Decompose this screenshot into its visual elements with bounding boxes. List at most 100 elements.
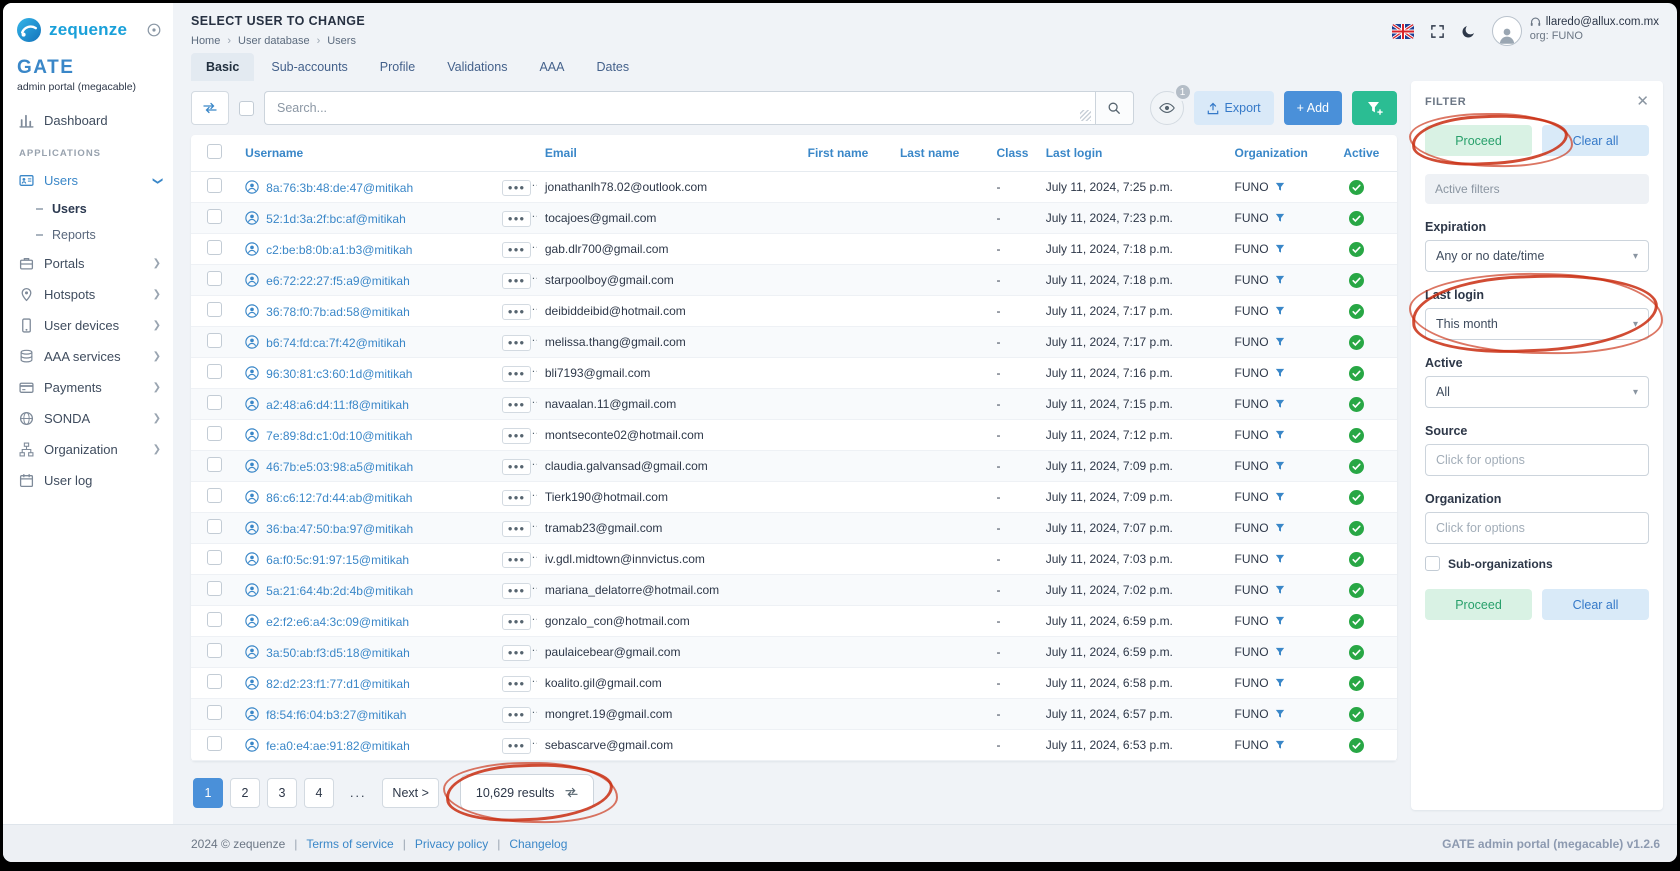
- tab-dates[interactable]: Dates: [581, 53, 644, 81]
- row-actions-button[interactable]: ●●●: [502, 676, 532, 692]
- row-actions-button[interactable]: ●●●: [502, 273, 532, 289]
- row-checkbox[interactable]: [207, 581, 222, 596]
- row-checkbox[interactable]: [207, 240, 222, 255]
- row-actions-button[interactable]: ●●●: [502, 707, 532, 723]
- username-link[interactable]: c2:be:b8:0b:a1:b3@mitikah: [266, 243, 412, 257]
- username-link[interactable]: b6:74:fd:ca:7f:42@mitikah: [266, 336, 406, 350]
- user-menu[interactable]: llaredo@allux.com.mx org: FUNO: [1492, 16, 1659, 46]
- page-button-3[interactable]: 3: [267, 778, 297, 808]
- col-last-name[interactable]: Last name: [892, 135, 988, 172]
- filter-button[interactable]: [1352, 91, 1397, 125]
- username-link[interactable]: 96:30:81:c3:60:1d@mitikah: [266, 367, 412, 381]
- username-link[interactable]: 46:7b:e5:03:98:a5@mitikah: [266, 460, 413, 474]
- sidebar-item-user-devices[interactable]: User devices❯: [3, 310, 173, 341]
- username-link[interactable]: 86:c6:12:7d:44:ab@mitikah: [266, 491, 412, 505]
- org-filter-icon[interactable]: [1275, 182, 1285, 192]
- footer-link-privacy-policy[interactable]: Privacy policy: [415, 837, 488, 851]
- row-actions-button[interactable]: ●●●: [502, 459, 532, 475]
- username-link[interactable]: 3a:50:ab:f3:d5:18@mitikah: [266, 646, 410, 660]
- row-checkbox[interactable]: [207, 209, 222, 224]
- username-link[interactable]: e6:72:22:27:f5:a9@mitikah: [266, 274, 410, 288]
- sidebar-item-payments[interactable]: Payments❯: [3, 372, 173, 403]
- tab-validations[interactable]: Validations: [432, 53, 522, 81]
- breadcrumb-home[interactable]: Home: [191, 35, 220, 47]
- org-filter-icon[interactable]: [1275, 554, 1285, 564]
- username-link[interactable]: 6a:f0:5c:91:97:15@mitikah: [266, 553, 409, 567]
- footer-link-terms-of-service[interactable]: Terms of service: [306, 837, 393, 851]
- col-email[interactable]: Email: [537, 135, 800, 172]
- sidebar-subitem-users[interactable]: Users: [3, 196, 173, 222]
- org-filter-icon[interactable]: [1275, 337, 1285, 347]
- username-link[interactable]: 82:d2:23:f1:77:d1@mitikah: [266, 677, 410, 691]
- filter-clear-all-button-bottom[interactable]: Clear all: [1542, 589, 1649, 620]
- sidebar-item-aaa-services[interactable]: AAA services❯: [3, 341, 173, 372]
- tab-sub-accounts[interactable]: Sub-accounts: [256, 53, 362, 81]
- org-filter-icon[interactable]: [1275, 678, 1285, 688]
- username-link[interactable]: 36:ba:47:50:ba:97@mitikah: [266, 522, 413, 536]
- row-checkbox[interactable]: [207, 395, 222, 410]
- sidebar-subitem-reports[interactable]: Reports: [3, 222, 173, 248]
- sub-organizations-option[interactable]: Sub-organizations: [1425, 556, 1649, 571]
- row-checkbox[interactable]: [207, 426, 222, 441]
- username-link[interactable]: 52:1d:3a:2f:bc:af@mitikah: [266, 212, 406, 226]
- fullscreen-icon[interactable]: [1430, 24, 1445, 39]
- org-filter-icon[interactable]: [1275, 244, 1285, 254]
- row-checkbox[interactable]: [207, 643, 222, 658]
- col-username[interactable]: Username: [237, 135, 494, 172]
- row-actions-button[interactable]: ●●●: [502, 397, 532, 413]
- row-actions-button[interactable]: ●●●: [502, 366, 532, 382]
- org-filter-icon[interactable]: [1275, 616, 1285, 626]
- sidebar-item-organization[interactable]: Organization❯: [3, 434, 173, 465]
- username-link[interactable]: e2:f2:e6:a4:3c:09@mitikah: [266, 615, 409, 629]
- username-link[interactable]: 36:78:f0:7b:ad:58@mitikah: [266, 305, 410, 319]
- source-input[interactable]: [1425, 444, 1649, 476]
- row-checkbox[interactable]: [207, 736, 222, 751]
- org-filter-icon[interactable]: [1275, 430, 1285, 440]
- org-filter-icon[interactable]: [1275, 492, 1285, 502]
- sidebar-item-dashboard[interactable]: Dashboard: [3, 105, 173, 136]
- row-actions-button[interactable]: ●●●: [502, 242, 532, 258]
- tab-aaa[interactable]: AAA: [524, 53, 579, 81]
- username-link[interactable]: a2:48:a6:d4:11:f8@mitikah: [266, 398, 409, 412]
- page-button-2[interactable]: 2: [230, 778, 260, 808]
- row-checkbox[interactable]: [207, 612, 222, 627]
- breadcrumb-user-database[interactable]: User database: [238, 35, 310, 47]
- row-actions-button[interactable]: ●●●: [502, 335, 532, 351]
- row-actions-button[interactable]: ●●●: [502, 304, 532, 320]
- page-button-1[interactable]: 1: [193, 778, 223, 808]
- row-checkbox[interactable]: [207, 302, 222, 317]
- tab-basic[interactable]: Basic: [191, 53, 254, 81]
- row-checkbox[interactable]: [207, 457, 222, 472]
- org-filter-icon[interactable]: [1275, 399, 1285, 409]
- username-link[interactable]: fe:a0:e4:ae:91:82@mitikah: [266, 739, 410, 753]
- col-first-name[interactable]: First name: [800, 135, 892, 172]
- search-input[interactable]: [264, 91, 1095, 125]
- export-button[interactable]: Export: [1194, 91, 1274, 125]
- sidebar-item-user-log[interactable]: User log: [3, 465, 173, 496]
- username-link[interactable]: 8a:76:3b:48:de:47@mitikah: [266, 181, 413, 195]
- row-checkbox[interactable]: [207, 178, 222, 193]
- page-button-4[interactable]: 4: [304, 778, 334, 808]
- row-checkbox[interactable]: [207, 705, 222, 720]
- org-filter-icon[interactable]: [1275, 306, 1285, 316]
- filter-proceed-button-bottom[interactable]: Proceed: [1425, 589, 1532, 620]
- add-button[interactable]: + Add: [1284, 91, 1342, 125]
- row-actions-button[interactable]: ●●●: [502, 428, 532, 444]
- row-checkbox[interactable]: [207, 550, 222, 565]
- row-actions-button[interactable]: ●●●: [502, 738, 532, 754]
- org-filter-icon[interactable]: [1275, 461, 1285, 471]
- sidebar-item-sonda[interactable]: SONDA❯: [3, 403, 173, 434]
- footer-link-changelog[interactable]: Changelog: [509, 837, 567, 851]
- search-button[interactable]: [1095, 91, 1134, 125]
- expiration-select[interactable]: Any or no date/time▾: [1425, 240, 1649, 272]
- select-all-checkbox[interactable]: [239, 101, 254, 116]
- row-actions-button[interactable]: ●●●: [502, 180, 532, 196]
- tab-profile[interactable]: Profile: [365, 53, 430, 81]
- refresh-button[interactable]: [191, 91, 229, 125]
- col-active[interactable]: Active: [1335, 135, 1397, 172]
- last-login-select[interactable]: This month▾: [1425, 308, 1649, 340]
- org-filter-icon[interactable]: [1275, 275, 1285, 285]
- filter-proceed-button-top[interactable]: Proceed: [1425, 125, 1532, 156]
- row-checkbox[interactable]: [207, 364, 222, 379]
- col-last-login[interactable]: Last login: [1038, 135, 1227, 172]
